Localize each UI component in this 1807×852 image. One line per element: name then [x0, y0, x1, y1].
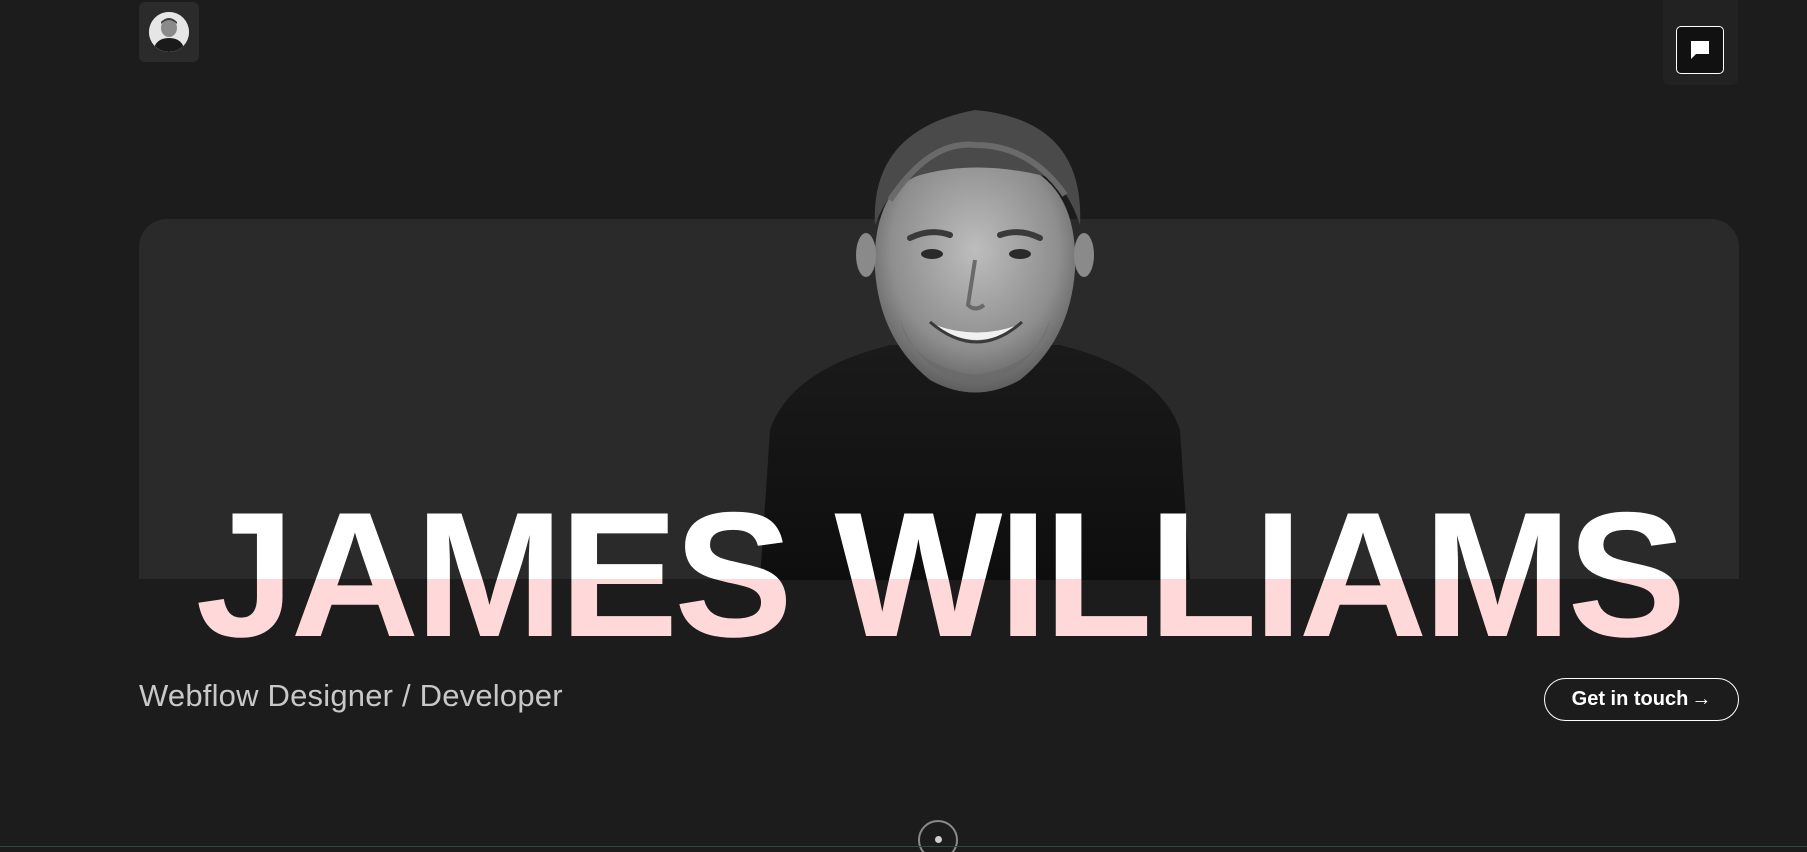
chat-panel	[1663, 0, 1738, 85]
hero-name-wrap: JAMES WILLIAMS	[139, 490, 1739, 660]
scroll-dot	[935, 836, 942, 843]
chat-button[interactable]	[1676, 26, 1724, 74]
page: JAMES WILLIAMS Webflow Designer / Develo…	[0, 0, 1807, 852]
hero-subtitle: Webflow Designer / Developer	[139, 678, 563, 713]
scroll-indicator-icon[interactable]	[918, 820, 958, 852]
home-logo-link[interactable]	[139, 2, 199, 62]
hero-name: JAMES WILLIAMS	[139, 490, 1739, 660]
get-in-touch-label: Get in touch	[1571, 688, 1689, 710]
arrow-right-icon: →	[1691, 688, 1712, 710]
bottom-divider	[0, 846, 1807, 847]
avatar-icon	[149, 12, 189, 52]
chat-bubble-icon	[1691, 41, 1709, 59]
get-in-touch-button[interactable]: Get in touch →	[1544, 678, 1739, 721]
